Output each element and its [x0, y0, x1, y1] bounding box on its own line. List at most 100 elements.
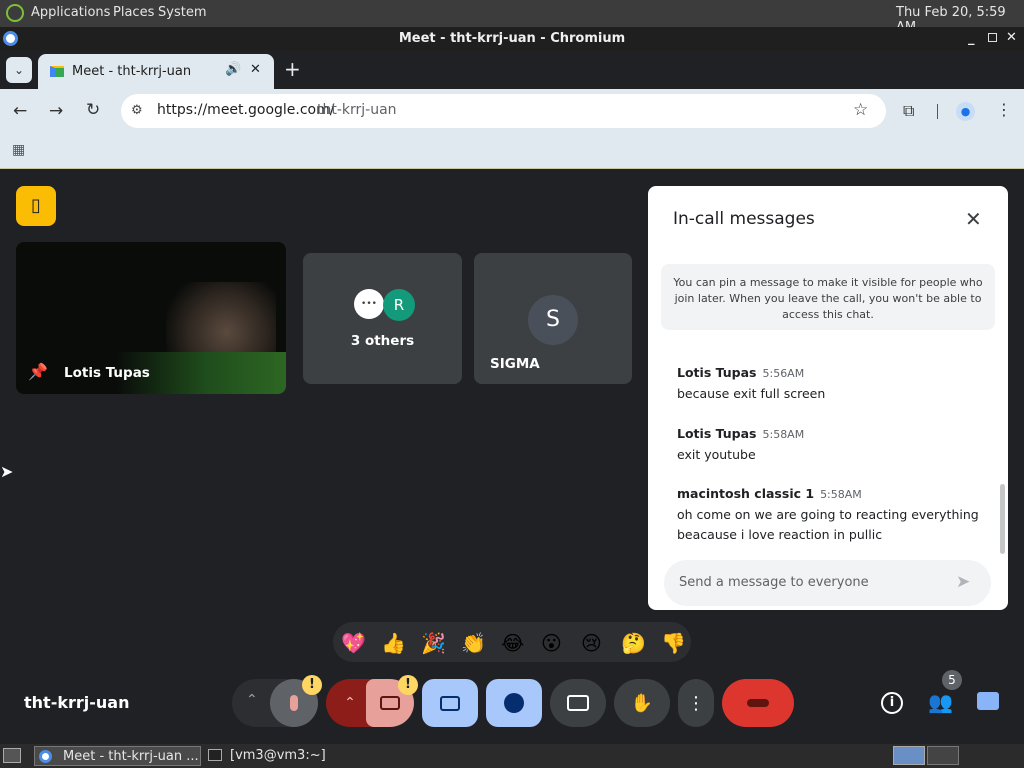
chat-input-placeholder: Send a message to everyone [679, 575, 869, 590]
people-icon[interactable]: 👥 [928, 690, 953, 714]
video-options-chevron-icon: ⌃ [344, 695, 356, 711]
avatar-s: S [528, 295, 578, 345]
browser-toolbar: ← → ↻ ⚙ https://meet.google.com/ tht-krr… [0, 89, 1024, 134]
message-text: oh come on we are going to reacting ever… [677, 507, 979, 522]
site-info-icon[interactable]: ⚙ [131, 103, 143, 118]
tab-meet[interactable]: Meet - tht-krrj-uan 🔊 ✕ [38, 54, 274, 89]
tab-audio-icon[interactable]: 🔊 [225, 62, 241, 77]
forward-icon[interactable]: → [49, 101, 63, 121]
taskbar-item-terminal[interactable]: [vm3@vm3:~] [205, 746, 355, 766]
reaction-thumbs-down[interactable]: 👎 [661, 632, 686, 654]
people-count-badge: 5 [942, 670, 962, 690]
message-text: because exit full screen [677, 386, 826, 401]
chat-panel: In-call messages ✕ You can pin a message… [648, 186, 1008, 610]
address-bar[interactable]: ⚙ https://meet.google.com/ tht-krrj-uan … [121, 94, 886, 128]
chat-title: In-call messages [673, 209, 815, 229]
send-icon[interactable]: ➤ [956, 572, 970, 592]
close-chat-icon[interactable]: ✕ [965, 207, 982, 231]
camera-off-icon [380, 696, 400, 710]
chat-input[interactable]: Send a message to everyone ➤ [664, 560, 991, 606]
sigma-label: SIGMA [490, 356, 540, 372]
browser-menu-icon[interactable]: ⋮ [996, 100, 1012, 119]
chat-message: Lotis Tupas 5:56AM because exit full scre… [677, 365, 825, 401]
meeting-details-icon[interactable]: i [881, 692, 903, 714]
url-prefix: https://meet.google.com/ [157, 102, 335, 118]
taskbar-item-label: Meet - tht-krrj-uan ... [63, 749, 199, 764]
window-title: Meet - tht-krrj-uan - Chromium [398, 31, 626, 46]
reaction-laugh[interactable]: 😂 [501, 632, 524, 654]
tab-search-button[interactable]: ⌄ [6, 57, 32, 83]
message-text: exit youtube [677, 447, 756, 462]
present-screen-icon [567, 695, 589, 711]
present-button[interactable] [550, 679, 606, 727]
tab-label: Meet - tht-krrj-uan [72, 64, 192, 79]
chat-scrollbar[interactable] [1000, 484, 1005, 554]
meeting-code: tht-krrj-uan [24, 693, 130, 712]
bookmarks-bar: ▦ [0, 134, 1024, 169]
new-tab-button[interactable]: + [284, 57, 301, 81]
chromium-small-icon [39, 750, 52, 763]
extensions-icon[interactable]: ⧉ [903, 101, 914, 121]
reaction-thinking[interactable]: 🤔 [621, 632, 646, 654]
show-desktop-icon[interactable] [3, 748, 21, 763]
bookmark-star-icon[interactable]: ☆ [853, 100, 868, 120]
meeting-info-badge-icon[interactable]: ▯ [16, 186, 56, 226]
participant-tile-others[interactable]: ••• R 3 others [303, 253, 462, 384]
system-menu[interactable]: System [158, 5, 206, 20]
reaction-sad[interactable]: 😢 [581, 632, 602, 654]
emoji-icon [504, 693, 524, 713]
profile-icon[interactable]: ● [956, 102, 975, 121]
workspace-switcher-2[interactable] [927, 746, 959, 765]
tab-close-icon[interactable]: ✕ [250, 62, 261, 77]
audio-options-chevron-icon[interactable]: ⌃ [246, 692, 258, 708]
participant-tile-lotis[interactable]: 📌 Lotis Tupas [16, 242, 286, 394]
close-window-icon[interactable]: ✕ [1006, 30, 1017, 45]
places-menu[interactable]: Places [113, 5, 154, 20]
system-top-bar: Applications Places System Thu Feb 20, 5… [0, 0, 1024, 35]
workspace-switcher[interactable] [893, 746, 925, 765]
pin-icon[interactable]: 📌 [28, 362, 48, 381]
chat-info-text: You can pin a message to make it visible… [673, 276, 983, 321]
raise-hand-button[interactable]: ✋ [614, 679, 670, 727]
hand-icon: ✋ [630, 692, 654, 714]
reactions-button[interactable] [486, 679, 542, 727]
mic-warning-icon[interactable]: ! [302, 675, 322, 695]
reaction-party[interactable]: 🎉 [421, 632, 446, 654]
maximize-icon[interactable] [988, 33, 997, 42]
chat-icon[interactable] [977, 692, 999, 710]
mic-icon [290, 695, 298, 711]
tab-strip: ⌄ Meet - tht-krrj-uan 🔊 ✕ + [0, 51, 1024, 89]
message-time: 5:58AM [762, 428, 805, 441]
reload-icon[interactable]: ↻ [86, 100, 100, 120]
message-sender: macintosh classic 1 [677, 486, 815, 501]
leave-call-button[interactable] [722, 679, 794, 727]
reaction-thumbs-up[interactable]: 👍 [381, 632, 406, 654]
captions-button[interactable] [422, 679, 478, 727]
taskbar-item-chromium[interactable]: Meet - tht-krrj-uan ... [34, 746, 201, 766]
apps-grid-icon[interactable]: ▦ [12, 142, 25, 158]
message-time: 5:56AM [762, 367, 805, 380]
mouse-cursor-icon: ➤ [0, 462, 14, 481]
url-path: tht-krrj-uan [317, 102, 397, 118]
camera-warning-icon[interactable]: ! [398, 675, 418, 695]
back-icon[interactable]: ← [13, 101, 27, 121]
meet-favicon-icon [50, 66, 64, 77]
reaction-heart[interactable]: 💖 [341, 632, 366, 654]
more-vert-icon: ⋮ [687, 692, 705, 714]
avatar-r: R [383, 289, 415, 321]
more-options-button[interactable]: ⋮ [678, 679, 714, 727]
terminal-icon [208, 749, 222, 761]
toolbar-divider [937, 104, 938, 119]
window-titlebar: Meet - tht-krrj-uan - Chromium _ ✕ [0, 27, 1024, 51]
chat-message: Lotis Tupas 5:58AM exit youtube [677, 426, 804, 462]
taskbar: Meet - tht-krrj-uan ... [vm3@vm3:~] [0, 744, 1024, 768]
reaction-clap[interactable]: 👏 [461, 632, 486, 654]
applications-menu[interactable]: Applications [31, 5, 110, 20]
message-text-line2: beacause i love reaction in pullic [677, 527, 883, 542]
captions-icon [440, 695, 460, 711]
participant-tile-sigma[interactable]: S SIGMA [474, 253, 632, 384]
minimize-icon[interactable]: _ [968, 31, 975, 46]
chat-info-box: You can pin a message to make it visible… [661, 264, 995, 330]
gnome-logo-icon[interactable] [6, 4, 24, 22]
reaction-surprised[interactable]: 😮 [541, 632, 562, 654]
